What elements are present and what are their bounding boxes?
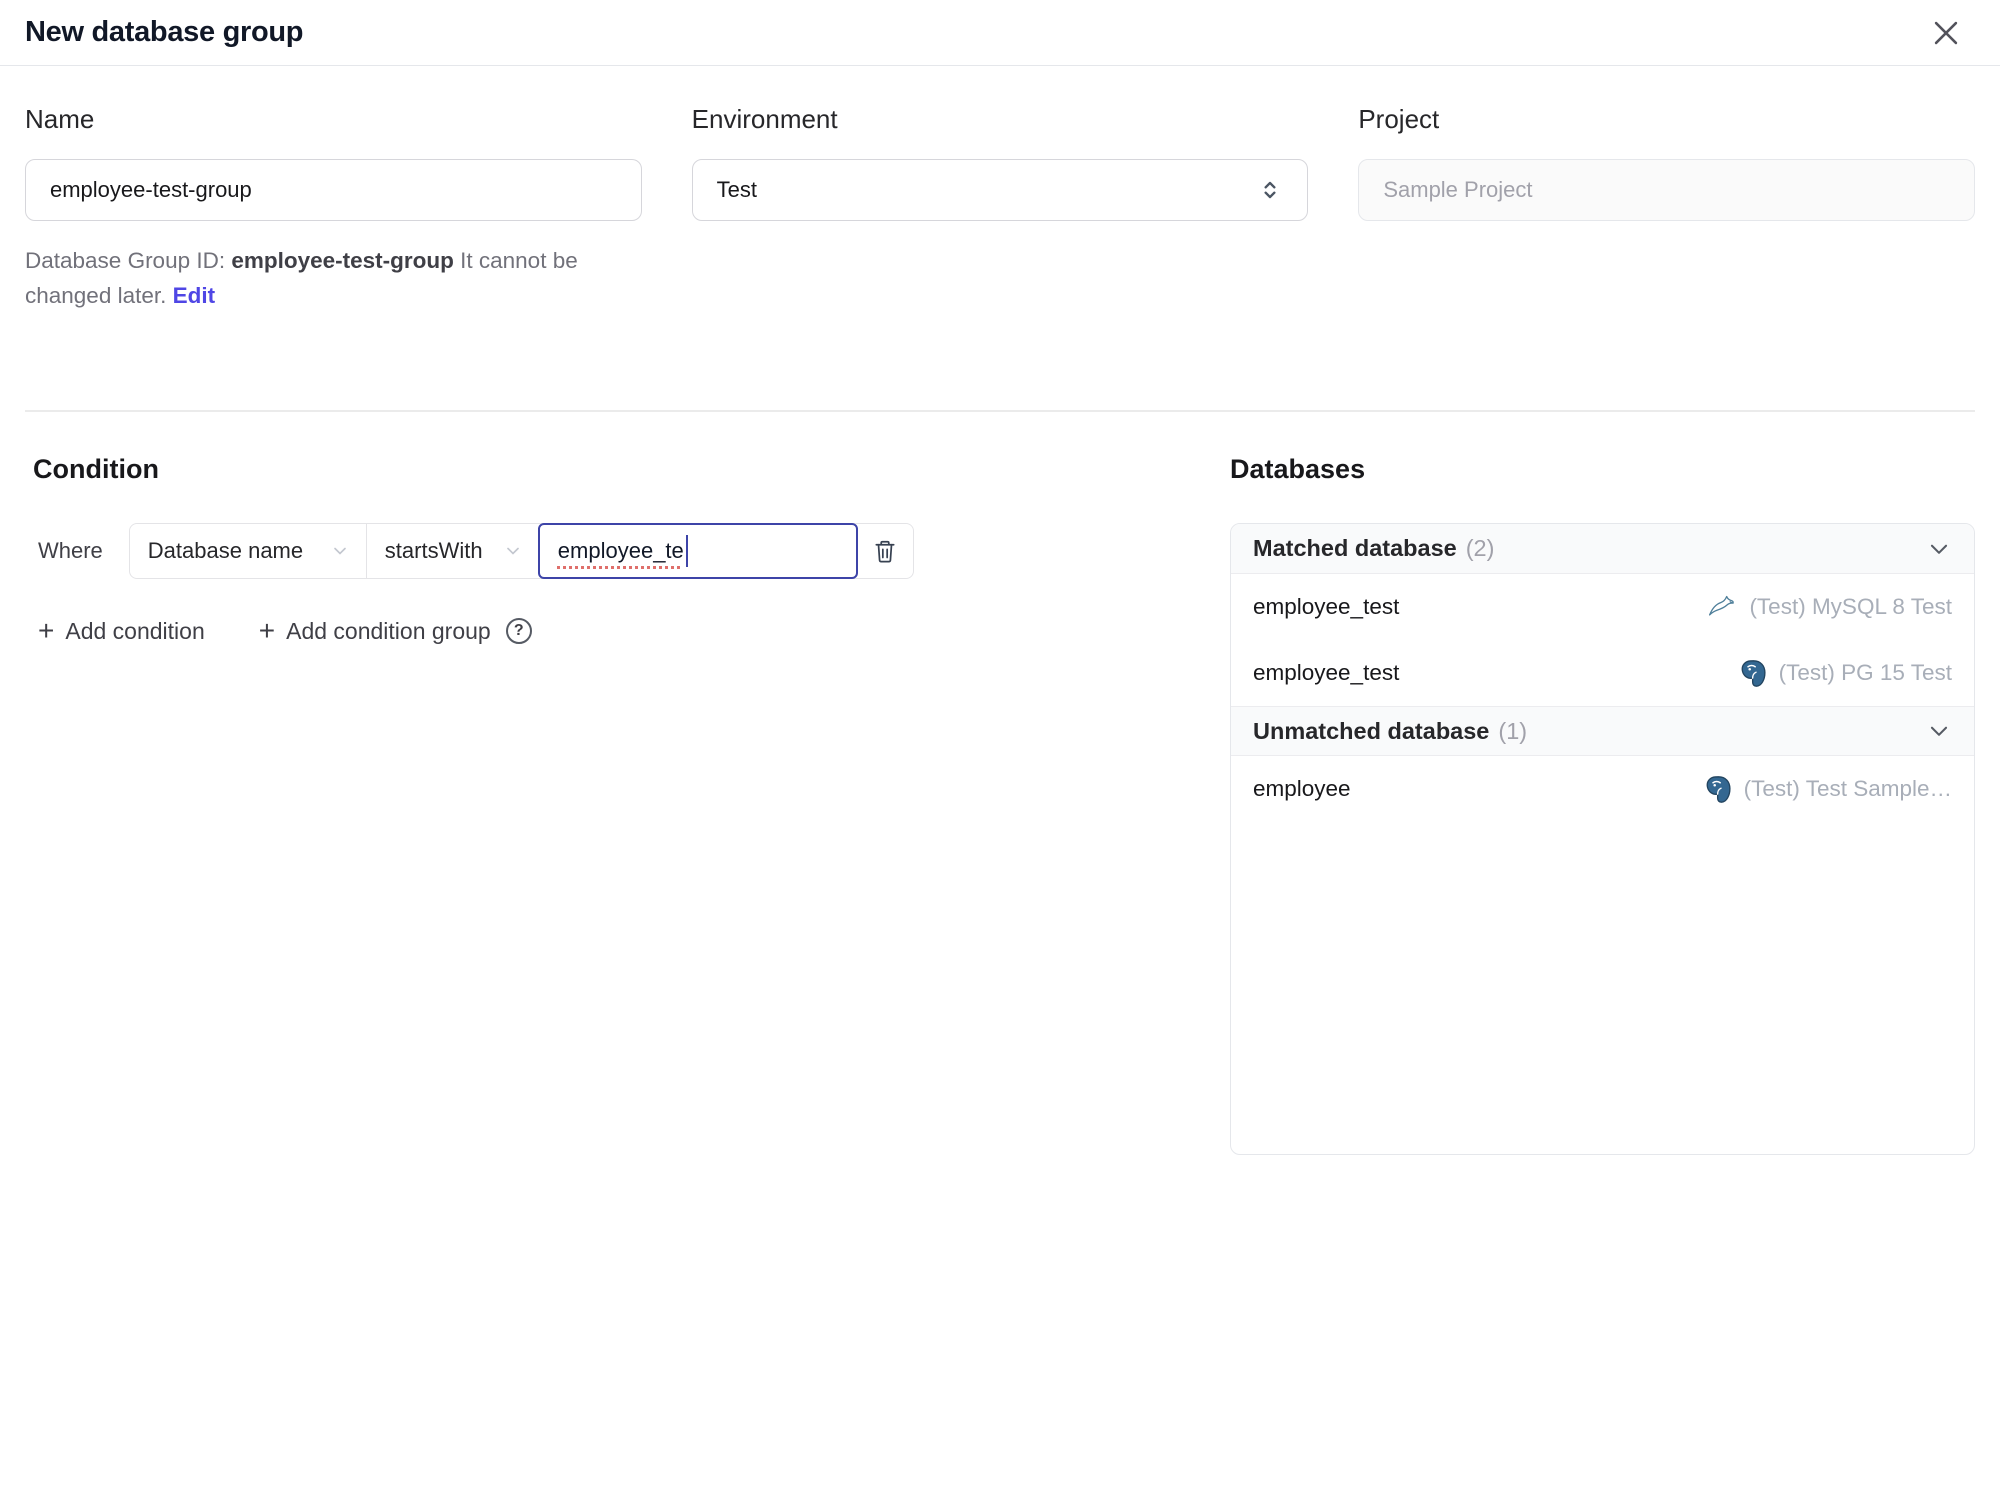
chevron-down-icon bbox=[330, 541, 350, 561]
condition-expression: Database name startsWith employee_te bbox=[128, 523, 914, 579]
condition-actions: + Add condition + Add condition group ? bbox=[33, 617, 1180, 645]
condition-value-text: employee_te bbox=[557, 538, 684, 563]
database-section-header[interactable]: Unmatched database (1) bbox=[1231, 706, 1974, 756]
database-row[interactable]: employee_test (Test) MySQL 8 Test bbox=[1231, 574, 1974, 640]
group-form: Name Database Group ID: employee-test-gr… bbox=[25, 66, 1975, 410]
databases-heading: Databases bbox=[1230, 454, 1366, 484]
database-instance: (Test) Test Sample… bbox=[1705, 775, 1952, 804]
group-id-prefix: Database Group ID: bbox=[25, 248, 232, 273]
edit-link[interactable]: Edit bbox=[173, 283, 216, 308]
help-icon[interactable]: ? bbox=[505, 618, 532, 644]
condition-field-value: Database name bbox=[147, 538, 304, 563]
environment-field-group: Environment Test bbox=[691, 104, 1309, 410]
text-caret bbox=[685, 535, 688, 567]
database-section-title: Unmatched database (1) bbox=[1253, 717, 1528, 744]
database-name: employee_test bbox=[1253, 660, 1400, 685]
add-condition-button[interactable]: + Add condition bbox=[38, 617, 205, 645]
add-condition-group-button[interactable]: + Add condition group ? bbox=[259, 617, 532, 645]
instance-label: (Test) MySQL 8 Test bbox=[1749, 594, 1952, 619]
project-input-disabled: Sample Project bbox=[1358, 159, 1975, 221]
project-label: Project bbox=[1358, 104, 1440, 134]
chevron-down-icon[interactable] bbox=[1926, 718, 1952, 744]
project-value: Sample Project bbox=[1383, 177, 1533, 202]
database-instance: (Test) MySQL 8 Test bbox=[1705, 593, 1952, 621]
database-name: employee bbox=[1253, 776, 1351, 801]
databases-panel: Matched database (2) employee_test (Test)… bbox=[1230, 523, 1975, 1155]
database-name: employee_test bbox=[1253, 594, 1400, 619]
dialog-header: New database group bbox=[0, 0, 2000, 66]
database-row[interactable]: employee_test (Test) PG 15 Test bbox=[1231, 640, 1974, 706]
condition-operator-value: startsWith bbox=[384, 538, 483, 563]
main-area: Condition Where Database name startsWith bbox=[25, 412, 1975, 1155]
database-section-header[interactable]: Matched database (2) bbox=[1231, 524, 1974, 574]
database-section-title: Matched database (2) bbox=[1253, 535, 1495, 561]
mysql-icon bbox=[1705, 593, 1737, 621]
database-row[interactable]: employee (Test) Test Sample… bbox=[1231, 756, 1974, 822]
condition-column: Condition Where Database name startsWith bbox=[25, 454, 1180, 1155]
group-id-note: Database Group ID: employee-test-group I… bbox=[25, 243, 635, 313]
database-rows: employee_test (Test) MySQL 8 Test employ… bbox=[1231, 574, 1974, 706]
name-label: Name bbox=[25, 104, 95, 134]
name-input[interactable] bbox=[25, 159, 642, 221]
condition-operator-select[interactable]: startsWith bbox=[366, 524, 539, 578]
environment-select[interactable]: Test bbox=[691, 159, 1309, 221]
environment-label: Environment bbox=[691, 104, 838, 134]
instance-label: (Test) Test Sample… bbox=[1743, 776, 1952, 801]
add-condition-label: Add condition bbox=[65, 617, 205, 644]
updown-chevron-icon bbox=[1257, 177, 1283, 203]
instance-label: (Test) PG 15 Test bbox=[1778, 660, 1952, 685]
project-field-group: Project Sample Project bbox=[1358, 104, 1975, 410]
name-field-group: Name Database Group ID: employee-test-gr… bbox=[25, 104, 642, 410]
delete-condition-button[interactable] bbox=[856, 524, 913, 578]
trash-icon bbox=[872, 538, 898, 564]
database-rows: employee (Test) Test Sample… bbox=[1231, 756, 1974, 822]
dialog-title: New database group bbox=[25, 16, 304, 48]
condition-value-input[interactable]: employee_te bbox=[537, 523, 858, 579]
condition-row: Where Database name startsWith employee_… bbox=[33, 523, 1180, 579]
postgresql-icon bbox=[1705, 775, 1732, 804]
environment-selected-value: Test bbox=[716, 177, 758, 202]
database-section: Matched database (2) employee_test (Test)… bbox=[1231, 524, 1974, 706]
group-id-value: employee-test-group bbox=[231, 248, 454, 273]
databases-column: Databases Matched database (2) employee_t… bbox=[1230, 454, 1975, 1155]
where-label: Where bbox=[38, 538, 103, 563]
chevron-down-icon bbox=[503, 541, 523, 561]
database-instance: (Test) PG 15 Test bbox=[1740, 659, 1952, 688]
postgresql-icon bbox=[1740, 659, 1767, 688]
database-section: Unmatched database (1) employee (Test) Te… bbox=[1231, 706, 1974, 822]
condition-heading: Condition bbox=[33, 454, 159, 484]
condition-field-select[interactable]: Database name bbox=[129, 524, 367, 578]
add-condition-group-label: Add condition group bbox=[286, 617, 491, 644]
chevron-down-icon[interactable] bbox=[1926, 536, 1952, 562]
close-button[interactable] bbox=[1926, 13, 1966, 53]
close-icon bbox=[1929, 16, 1963, 50]
plus-icon: + bbox=[258, 615, 276, 646]
plus-icon: + bbox=[38, 615, 55, 646]
